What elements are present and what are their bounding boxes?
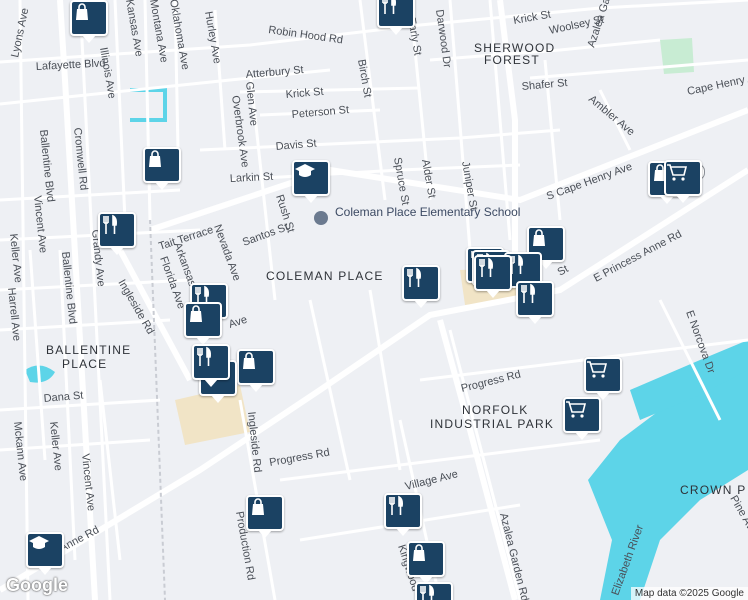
cart-pin[interactable] — [584, 357, 622, 400]
shopping-pin[interactable] — [143, 147, 181, 190]
map[interactable]: SHERWOOD FOREST COLEMAN PLACE BALLENTINE… — [0, 0, 748, 600]
neighborhood-label: PLACE — [62, 357, 107, 371]
cart-pin[interactable] — [563, 397, 601, 440]
neighborhood-label: COLEMAN PLACE — [266, 269, 384, 283]
neighborhood-label: INDUSTRIAL PARK — [430, 417, 554, 431]
school-pin[interactable] — [26, 532, 64, 575]
map-canvas[interactable]: SHERWOOD FOREST COLEMAN PLACE BALLENTINE… — [0, 0, 748, 600]
street-label: Larkin St — [230, 171, 274, 185]
school-pin[interactable] — [292, 160, 330, 203]
restaurant-pin[interactable] — [516, 281, 554, 324]
restaurant-pin[interactable] — [384, 493, 422, 536]
shopping-pin[interactable] — [184, 302, 222, 345]
google-logo: Google — [6, 575, 68, 595]
shopping-pin[interactable] — [407, 541, 445, 584]
restaurant-pin[interactable] — [474, 255, 512, 298]
shopping-pin[interactable] — [246, 495, 284, 538]
park-area — [660, 38, 694, 74]
shopping-pin[interactable] — [237, 349, 275, 392]
neighborhood-label: FOREST — [484, 53, 540, 67]
restaurant-pin[interactable] — [98, 212, 136, 255]
restaurant-pin[interactable] — [377, 0, 415, 35]
cart-pin[interactable] — [664, 160, 702, 203]
restaurant-pin[interactable] — [415, 582, 453, 600]
school-poi-icon[interactable] — [314, 211, 328, 225]
shopping-pin[interactable] — [70, 0, 108, 43]
neighborhood-label: BALLENTINE — [46, 343, 131, 357]
restaurant-pin[interactable] — [402, 265, 440, 308]
neighborhood-label: NORFOLK — [462, 403, 528, 417]
map-credit[interactable]: Map data ©2025 Google — [630, 587, 748, 600]
poi-label[interactable]: Coleman Place Elementary School — [335, 205, 520, 219]
restaurant-pin[interactable] — [192, 344, 230, 387]
